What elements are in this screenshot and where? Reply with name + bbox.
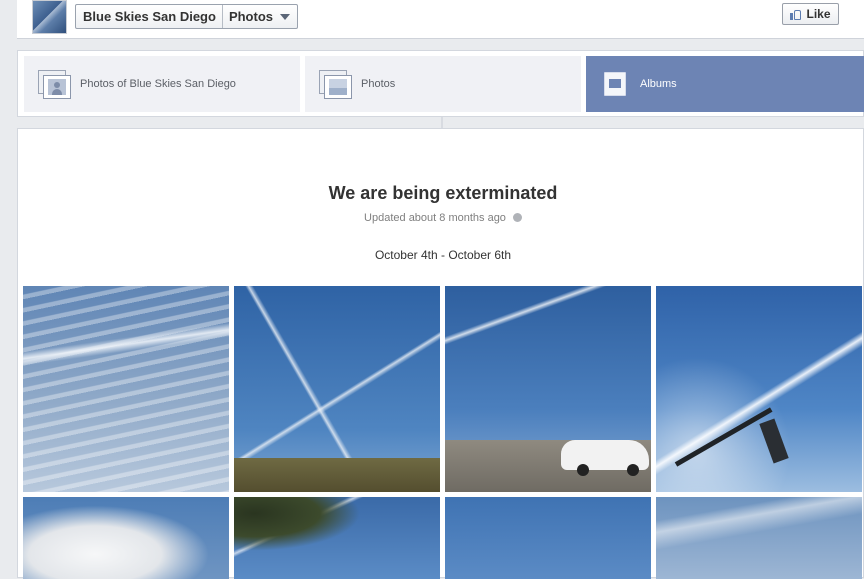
like-button-label: Like <box>806 7 831 21</box>
page-profile-thumbnail[interactable] <box>32 0 67 34</box>
photo-thumbnail[interactable] <box>445 286 651 492</box>
album-panel: We are being exterminated Updated about … <box>17 128 864 579</box>
breadcrumb-section-dropdown[interactable]: Photos <box>223 5 297 28</box>
photo-thumbnail[interactable] <box>445 497 651 579</box>
photo-thumbnail[interactable] <box>23 497 229 579</box>
photo-thumbnail[interactable] <box>234 286 440 492</box>
breadcrumb-section-label: Photos <box>228 9 273 24</box>
breadcrumb: Blue Skies San Diego Photos <box>75 4 298 29</box>
globe-icon[interactable] <box>512 213 522 222</box>
album-description: October 4th - October 6th <box>374 248 512 262</box>
album-title: We are being exterminated <box>328 183 558 203</box>
tab-albums[interactable]: Albums <box>586 56 864 112</box>
like-button[interactable]: Like <box>782 3 839 25</box>
chevron-down-icon <box>280 13 290 20</box>
photo-thumbnail[interactable] <box>234 497 440 579</box>
tab-photos[interactable]: Photos <box>305 56 581 112</box>
album-updated-line: Updated about 8 months ago <box>18 212 864 224</box>
photos-tab-bar: Photos of Blue Skies San Diego Photos Al… <box>17 50 864 117</box>
breadcrumb-page-link[interactable]: Blue Skies San Diego <box>76 5 223 28</box>
photo-thumbnail[interactable] <box>656 286 862 492</box>
page-header: Blue Skies San Diego Photos Like <box>17 0 864 39</box>
tab-label: Photos of Blue Skies San Diego <box>80 78 236 90</box>
album-updated-text: Updated about 8 months ago <box>364 212 506 224</box>
tab-label: Albums <box>640 78 677 90</box>
albums-icon <box>604 72 626 96</box>
photos-of-icon <box>38 70 71 99</box>
photo-thumbnail[interactable] <box>656 497 862 579</box>
tab-label: Photos <box>361 78 396 90</box>
tab-photos-of-page[interactable]: Photos of Blue Skies San Diego <box>24 56 300 112</box>
photos-icon <box>319 70 352 99</box>
thumbs-up-icon <box>790 9 802 20</box>
photo-thumbnail[interactable] <box>23 286 229 492</box>
